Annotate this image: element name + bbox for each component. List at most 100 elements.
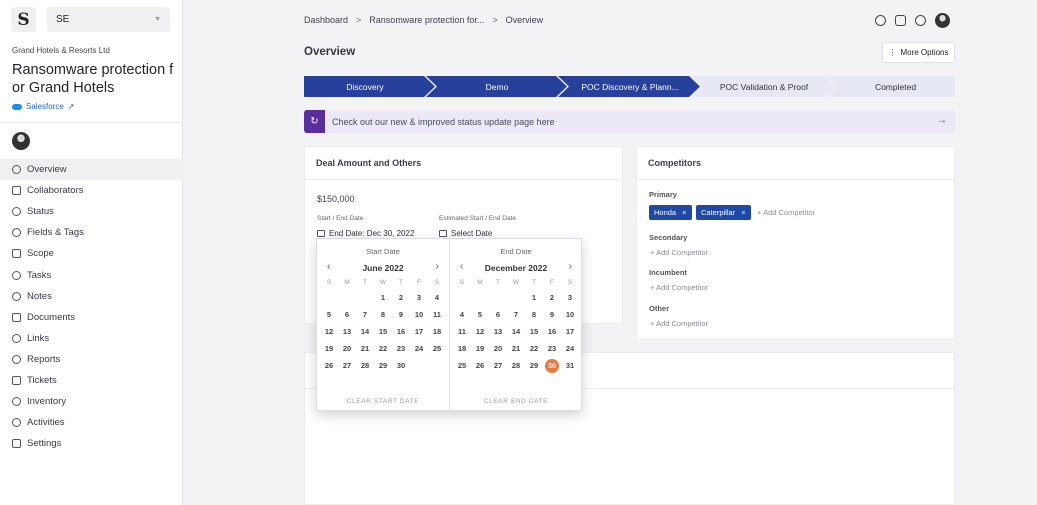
day-cell[interactable]: 9	[392, 306, 410, 323]
day-cell[interactable]: 15	[374, 323, 392, 340]
day-cell[interactable]: 6	[489, 306, 507, 323]
stage-poc-discovery[interactable]: POC Discovery & Plann...	[566, 76, 694, 97]
day-cell[interactable]: 26	[320, 357, 338, 374]
stage-discovery[interactable]: Discovery	[304, 76, 426, 97]
day-cell[interactable]: 19	[471, 340, 489, 357]
day-cell[interactable]: 28	[356, 357, 374, 374]
next-month-icon[interactable]: ›	[436, 261, 439, 272]
add-incumbent-competitor[interactable]: + Add Competitor	[650, 283, 708, 292]
selected-day[interactable]: 30	[543, 357, 561, 374]
day-cell[interactable]: 25	[453, 357, 471, 374]
breadcrumb-dashboard[interactable]: Dashboard	[304, 15, 348, 25]
sidebar-item-links[interactable]: Links	[0, 328, 183, 349]
sidebar-item-fields-tags[interactable]: Fields & Tags	[0, 222, 183, 243]
app-logo[interactable]: S	[11, 7, 36, 32]
start-end-date-field[interactable]: End Date: Dec 30, 2022	[317, 229, 414, 238]
sidebar-item-settings[interactable]: Settings	[0, 433, 183, 454]
estimated-date-field[interactable]: Select Date	[439, 229, 492, 238]
day-cell[interactable]: 14	[356, 323, 374, 340]
day-cell[interactable]: 3	[561, 289, 579, 306]
sidebar-item-overview[interactable]: Overview	[0, 159, 183, 181]
day-cell[interactable]: 17	[410, 323, 428, 340]
day-cell[interactable]: 10	[410, 306, 428, 323]
add-primary-competitor[interactable]: + Add Competitor	[757, 208, 815, 217]
day-cell[interactable]: 26	[471, 357, 489, 374]
clear-start-date-button[interactable]: CLEAR START DATE	[317, 398, 449, 405]
sidebar-item-status[interactable]: Status	[0, 201, 183, 222]
next-month-icon[interactable]: ›	[569, 261, 572, 272]
owner-avatar[interactable]	[12, 132, 30, 150]
day-cell[interactable]: 8	[374, 306, 392, 323]
day-cell[interactable]: 22	[374, 340, 392, 357]
close-icon[interactable]: ×	[741, 208, 745, 217]
day-cell[interactable]: 15	[525, 323, 543, 340]
sidebar-item-collaborators[interactable]: Collaborators	[0, 180, 183, 201]
day-cell[interactable]: 10	[561, 306, 579, 323]
day-cell[interactable]: 18	[453, 340, 471, 357]
day-cell[interactable]: 9	[543, 306, 561, 323]
day-cell[interactable]: 24	[561, 340, 579, 357]
day-cell[interactable]: 12	[320, 323, 338, 340]
day-cell[interactable]: 24	[410, 340, 428, 357]
day-cell[interactable]: 7	[507, 306, 525, 323]
competitor-chip-caterpillar[interactable]: Caterpillar ×	[696, 205, 751, 220]
add-other-competitor[interactable]: + Add Competitor	[650, 319, 708, 328]
add-secondary-competitor[interactable]: + Add Competitor	[650, 248, 708, 257]
stage-poc-validation[interactable]: POC Validation & Proof	[699, 76, 829, 97]
day-cell[interactable]: 18	[428, 323, 446, 340]
clear-end-date-button[interactable]: CLEAR END DATE	[450, 398, 582, 405]
day-cell[interactable]: 27	[489, 357, 507, 374]
day-cell[interactable]: 5	[471, 306, 489, 323]
sidebar-item-inventory[interactable]: Inventory	[0, 391, 183, 412]
day-cell[interactable]: 1	[525, 289, 543, 306]
more-options-button[interactable]: ⋮ More Options	[882, 42, 955, 63]
day-cell[interactable]: 6	[338, 306, 356, 323]
day-cell[interactable]: 29	[525, 357, 543, 374]
day-cell[interactable]: 4	[453, 306, 471, 323]
day-cell[interactable]: 30	[392, 357, 410, 374]
day-cell[interactable]: 23	[543, 340, 561, 357]
sidebar-item-tasks[interactable]: Tasks	[0, 264, 183, 285]
day-cell[interactable]: 3	[410, 289, 428, 306]
salesforce-link[interactable]: Salesforce ↗	[12, 102, 75, 111]
day-cell[interactable]: 20	[338, 340, 356, 357]
day-cell[interactable]: 14	[507, 323, 525, 340]
day-cell[interactable]: 12	[471, 323, 489, 340]
day-cell[interactable]: 23	[392, 340, 410, 357]
day-cell[interactable]: 13	[338, 323, 356, 340]
sidebar-item-tickets[interactable]: Tickets	[0, 370, 183, 391]
sidebar-item-notes[interactable]: Notes	[0, 286, 183, 307]
day-cell[interactable]: 19	[320, 340, 338, 357]
workspace-select[interactable]: SE ▼	[47, 7, 170, 32]
day-cell[interactable]: 28	[507, 357, 525, 374]
day-cell[interactable]: 27	[338, 357, 356, 374]
day-cell[interactable]: 8	[525, 306, 543, 323]
day-cell[interactable]: 4	[428, 289, 446, 306]
sidebar-item-reports[interactable]: Reports	[0, 349, 183, 370]
day-cell[interactable]: 17	[561, 323, 579, 340]
day-cell[interactable]: 2	[543, 289, 561, 306]
close-icon[interactable]: ×	[682, 208, 686, 217]
stage-demo[interactable]: Demo	[434, 76, 560, 97]
deal-amount[interactable]: $150,000	[317, 194, 355, 204]
day-cell[interactable]: 22	[525, 340, 543, 357]
stage-completed[interactable]: Completed	[832, 76, 959, 97]
day-cell[interactable]: 11	[428, 306, 446, 323]
breadcrumb-opportunity[interactable]: Ransomware protection for...	[369, 15, 484, 25]
day-cell[interactable]: 16	[392, 323, 410, 340]
day-cell[interactable]: 25	[428, 340, 446, 357]
day-cell[interactable]: 11	[453, 323, 471, 340]
day-cell[interactable]: 16	[543, 323, 561, 340]
status-update-banner[interactable]: ↻ Check out our new & improved status up…	[304, 110, 955, 133]
day-cell[interactable]: 29	[374, 357, 392, 374]
user-avatar[interactable]	[935, 13, 950, 28]
users-icon[interactable]	[895, 15, 906, 26]
sidebar-item-documents[interactable]: Documents	[0, 307, 183, 328]
sidebar-item-activities[interactable]: Activities	[0, 412, 183, 433]
help-icon[interactable]	[875, 15, 886, 26]
day-cell[interactable]: 21	[356, 340, 374, 357]
day-cell[interactable]: 2	[392, 289, 410, 306]
sidebar-item-scope[interactable]: Scope	[0, 243, 183, 264]
day-cell[interactable]: 13	[489, 323, 507, 340]
day-cell[interactable]: 21	[507, 340, 525, 357]
